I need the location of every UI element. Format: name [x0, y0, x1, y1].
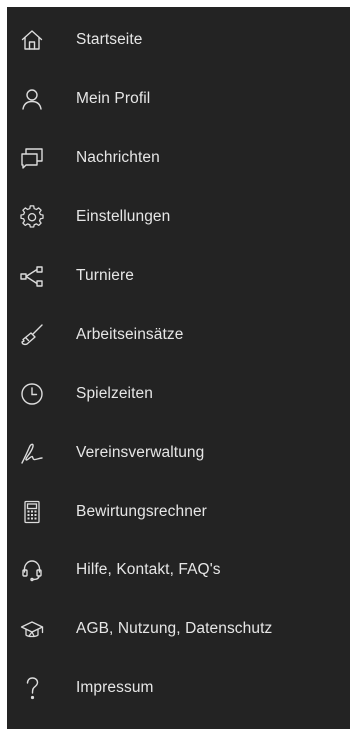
user-icon: [19, 86, 45, 112]
menu-item-label: Impressum: [76, 679, 154, 697]
menu-item-bewirtungsrechner[interactable]: Bewirtungsrechner: [7, 482, 350, 541]
graduation-cap-icon: [19, 616, 45, 642]
menu-item-hilfe-kontakt-faq[interactable]: Hilfe, Kontakt, FAQ's: [7, 541, 350, 600]
clock-icon: [19, 381, 45, 407]
question-mark-icon: [19, 675, 45, 701]
messages-icon: [19, 145, 45, 171]
menu-item-mein-profil[interactable]: Mein Profil: [7, 70, 350, 129]
navigation-menu: Startseite Mein Profil Nachrichten Einst…: [7, 11, 350, 718]
menu-item-vereinsverwaltung[interactable]: Vereinsverwaltung: [7, 423, 350, 482]
menu-item-label: Bewirtungsrechner: [76, 502, 207, 520]
menu-item-einstellungen[interactable]: Einstellungen: [7, 188, 350, 247]
menu-item-startseite[interactable]: Startseite: [7, 11, 350, 70]
menu-item-agb-nutzung-datenschutz[interactable]: AGB, Nutzung, Datenschutz: [7, 600, 350, 659]
menu-item-nachrichten[interactable]: Nachrichten: [7, 129, 350, 188]
menu-item-label: Vereinsverwaltung: [76, 443, 205, 461]
bracket-icon: [19, 263, 45, 289]
menu-item-label: Mein Profil: [76, 90, 151, 108]
calculator-icon: [19, 499, 45, 525]
menu-item-arbeitseinsaetze[interactable]: Arbeitseinsätze: [7, 305, 350, 364]
menu-item-label: Spielzeiten: [76, 384, 153, 402]
signature-icon: [19, 440, 45, 466]
menu-item-label: Startseite: [76, 31, 143, 49]
menu-item-turniere[interactable]: Turniere: [7, 247, 350, 306]
navigation-drawer: Startseite Mein Profil Nachrichten Einst…: [7, 7, 350, 729]
menu-item-label: Turniere: [76, 267, 134, 284]
menu-item-impressum[interactable]: Impressum: [7, 659, 350, 718]
menu-item-label: Einstellungen: [76, 208, 171, 226]
menu-item-label: Nachrichten: [76, 149, 160, 167]
menu-item-label: Hilfe, Kontakt, FAQ's: [76, 561, 221, 579]
menu-item-label: AGB, Nutzung, Datenschutz: [76, 620, 273, 638]
gear-icon: [19, 204, 45, 230]
menu-item-label: Arbeitseinsätze: [76, 325, 184, 343]
home-icon: [19, 27, 45, 53]
headset-icon: [19, 557, 45, 583]
broom-icon: [19, 322, 45, 348]
menu-item-spielzeiten[interactable]: Spielzeiten: [7, 364, 350, 423]
